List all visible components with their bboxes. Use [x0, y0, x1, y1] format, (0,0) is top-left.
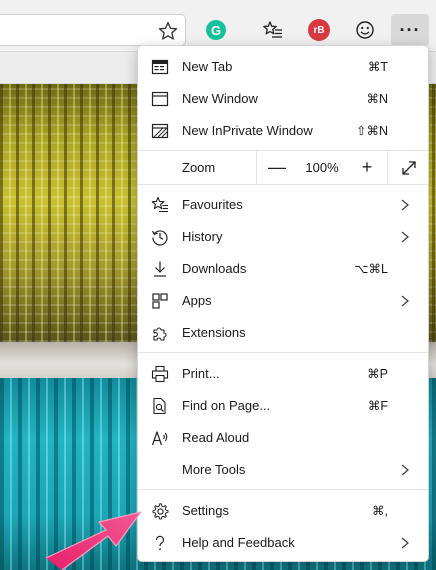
menu-item-read-aloud[interactable]: Read Aloud: [138, 422, 428, 454]
menu-item-downloads[interactable]: Downloads ⌥⌘L: [138, 253, 428, 285]
menu-item-more-tools[interactable]: More Tools: [138, 454, 428, 486]
downloads-label: Downloads: [182, 261, 247, 276]
chevron-right-icon: [401, 199, 410, 211]
extensions-label: Extensions: [182, 325, 246, 340]
favourites-icon: [151, 196, 168, 213]
favourites-bar-button[interactable]: [259, 16, 287, 44]
settings-label: Settings: [182, 503, 229, 518]
rb-extension-button[interactable]: rB: [305, 16, 333, 44]
new-tab-shortcut: ⌘T: [367, 60, 388, 74]
menu-item-favourites[interactable]: Favourites: [138, 189, 428, 221]
chevron-right-icon: [401, 295, 410, 307]
question-mark-icon: [155, 535, 165, 551]
history-icon: [151, 230, 168, 246]
new-tab-label: New Tab: [182, 59, 233, 74]
settings-shortcut: ⌘,: [372, 504, 388, 518]
zoom-row: Zoom — 100% +: [138, 151, 428, 184]
new-inprivate-shortcut: ⇧⌘N: [355, 124, 388, 138]
fullscreen-button[interactable]: [387, 151, 429, 184]
grammarly-extension-button[interactable]: G: [202, 16, 230, 44]
apps-label: Apps: [182, 293, 212, 308]
zoom-level: 100%: [305, 160, 339, 175]
menu-item-print[interactable]: Print... ⌘P: [138, 358, 428, 390]
new-inprivate-label: New InPrivate Window: [182, 123, 313, 138]
puzzle-piece-icon: [153, 327, 167, 341]
gear-icon: [152, 503, 169, 520]
new-window-shortcut: ⌘N: [366, 92, 388, 106]
favourites-label: Favourites: [182, 197, 243, 212]
more-tools-label: More Tools: [182, 462, 246, 477]
menu-item-find-on-page[interactable]: Find on Page... ⌘F: [138, 390, 428, 422]
grammarly-icon: G: [206, 20, 226, 40]
history-label: History: [182, 229, 223, 244]
menu-item-help-feedback[interactable]: Help and Feedback: [138, 527, 428, 559]
menu-item-new-window[interactable]: New Window ⌘N: [138, 83, 428, 115]
downloads-shortcut: ⌥⌘L: [354, 262, 388, 276]
menu-item-extensions[interactable]: Extensions: [138, 317, 428, 349]
menu-item-new-inprivate-window[interactable]: New InPrivate Window ⇧⌘N: [138, 115, 428, 147]
printer-icon: [151, 365, 169, 383]
menu-item-apps[interactable]: Apps: [138, 285, 428, 317]
inprivate-window-icon: [151, 123, 169, 139]
read-aloud-label: Read Aloud: [182, 430, 250, 445]
read-aloud-icon: [151, 431, 168, 446]
chevron-right-icon: [401, 464, 410, 476]
new-window-icon: [151, 91, 169, 107]
settings-and-more-button[interactable]: ···: [391, 14, 429, 46]
find-on-page-label: Find on Page...: [182, 398, 271, 413]
chevron-right-icon: [401, 231, 410, 243]
menu-divider: [138, 352, 428, 353]
more-icon: ···: [399, 19, 421, 40]
zoom-in-button[interactable]: +: [347, 151, 387, 184]
menu-divider: [138, 184, 428, 185]
menu-item-history[interactable]: History: [138, 221, 428, 253]
find-page-icon: [153, 397, 166, 415]
help-feedback-label: Help and Feedback: [182, 535, 295, 550]
rb-extension-icon: rB: [308, 19, 330, 41]
chevron-right-icon: [401, 537, 410, 549]
settings-menu: New Tab ⌘T New Window ⌘N New InPrivate W…: [137, 45, 429, 562]
feedback-smiley-button[interactable]: [351, 16, 379, 44]
menu-item-new-tab[interactable]: New Tab ⌘T: [138, 51, 428, 83]
menu-item-settings[interactable]: Settings ⌘,: [138, 495, 428, 527]
zoom-out-button[interactable]: —: [257, 151, 297, 184]
favourites-list-icon: [263, 21, 282, 38]
new-tab-icon: [151, 59, 169, 75]
smiley-icon: [356, 21, 374, 39]
fullscreen-icon: [401, 160, 416, 175]
print-shortcut: ⌘P: [367, 367, 388, 381]
find-on-page-shortcut: ⌘F: [367, 399, 388, 413]
apps-icon: [152, 293, 168, 309]
new-window-label: New Window: [182, 91, 258, 106]
menu-divider: [138, 489, 428, 490]
zoom-controls: — 100% +: [256, 151, 428, 184]
print-label: Print...: [182, 366, 220, 381]
download-icon: [154, 261, 166, 277]
zoom-label: Zoom: [182, 160, 216, 175]
favourite-star-icon[interactable]: [157, 20, 179, 42]
